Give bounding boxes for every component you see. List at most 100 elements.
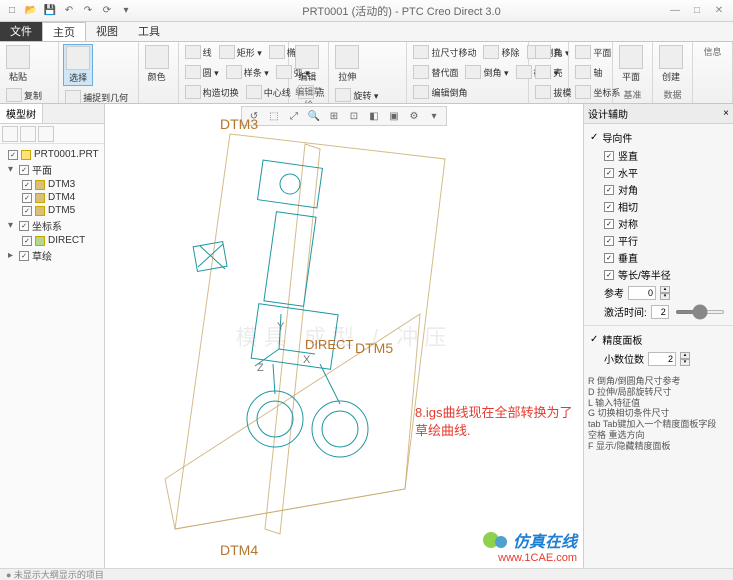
- qat-undo-icon[interactable]: ↶: [61, 3, 77, 19]
- tree-tool-3-icon[interactable]: [38, 126, 54, 142]
- checkbox-icon[interactable]: ✓: [604, 219, 614, 229]
- check-symmetric[interactable]: ✓对称: [590, 215, 727, 232]
- tab-home[interactable]: 主页: [42, 22, 86, 41]
- tree-item-direct[interactable]: ✓DIRECT: [18, 234, 100, 247]
- datum-plane-button[interactable]: 平面: [617, 44, 645, 84]
- expand-icon[interactable]: ▸: [8, 250, 16, 261]
- checkbox-icon[interactable]: ✓: [19, 251, 29, 261]
- rect-button[interactable]: 矩形 ▾: [217, 44, 264, 61]
- spin-down-icon[interactable]: ▾: [660, 293, 670, 300]
- graphics-canvas[interactable]: ↺ ⬚ ⤢ 🔍 ⊞ ⊡ ◧ ▣ ⚙ ▾: [105, 104, 583, 568]
- checkbox-icon[interactable]: ✓: [8, 150, 18, 160]
- spin-up-icon[interactable]: ▴: [660, 286, 670, 293]
- construction-button[interactable]: 构造切换: [183, 84, 241, 101]
- qat-save-icon[interactable]: 💾: [42, 3, 58, 19]
- maximize-button[interactable]: □: [687, 4, 707, 18]
- checkbox-icon[interactable]: ✓: [22, 180, 32, 190]
- snap-geom-button[interactable]: 捕捉到几何: [63, 89, 130, 104]
- tree-item-dtm3[interactable]: ✓DTM3: [18, 178, 100, 191]
- plane-button[interactable]: 平面: [573, 44, 613, 61]
- checkbox-icon[interactable]: ✓: [19, 221, 29, 231]
- reference-input[interactable]: [628, 286, 656, 300]
- shell-button[interactable]: 壳: [533, 64, 564, 81]
- color-button[interactable]: 颜色: [143, 44, 171, 84]
- checkbox-icon[interactable]: ✓: [604, 253, 614, 263]
- checkbox-icon[interactable]: ✓: [604, 236, 614, 246]
- ribbon-group-edit-sketch: 编辑 编辑草绘: [289, 42, 329, 103]
- checkbox-icon[interactable]: ✓: [22, 236, 32, 246]
- qat-regen-icon[interactable]: ⟳: [99, 3, 115, 19]
- tab-tools[interactable]: 工具: [128, 22, 170, 41]
- checkbox-icon[interactable]: ✓: [604, 168, 614, 178]
- tree-tool-2-icon[interactable]: [20, 126, 36, 142]
- guides-group-header[interactable]: ✓导向件: [590, 128, 727, 147]
- checkbox-icon[interactable]: ✓: [604, 202, 614, 212]
- centerline-button[interactable]: 中心线: [244, 84, 293, 101]
- revolve-button[interactable]: 旋转 ▾: [333, 87, 400, 104]
- checkbox-icon[interactable]: ✓: [19, 165, 29, 175]
- hole-button[interactable]: 孔: [533, 44, 564, 61]
- plane-icon: [575, 45, 591, 59]
- circle-button[interactable]: 圆 ▾: [183, 64, 221, 81]
- tree-item-dtm5[interactable]: ✓DTM5: [18, 204, 100, 217]
- ribbon: 粘贴 复制 剪切 剪贴板 选择 捕捉到几何 几何过滤器 选择 颜色 线 矩形 ▾…: [0, 42, 733, 104]
- qat-new-icon[interactable]: □: [4, 3, 20, 19]
- axis-button[interactable]: 轴: [573, 64, 604, 81]
- ribbon-group-datum: 平面 基准: [613, 42, 653, 103]
- qat-open-icon[interactable]: 📂: [23, 3, 39, 19]
- precision-group-header[interactable]: ✓精度面板: [590, 330, 727, 349]
- tree-tab-model[interactable]: 模型树: [0, 104, 43, 123]
- copy-button[interactable]: 复制: [4, 87, 44, 104]
- collapse-icon[interactable]: ▾: [8, 220, 16, 231]
- check-tangent[interactable]: ✓相切: [590, 198, 727, 215]
- paste-button[interactable]: 粘贴: [4, 44, 32, 84]
- check-diagonal[interactable]: ✓对角: [590, 181, 727, 198]
- edit-sketch-button[interactable]: 编辑: [293, 44, 321, 84]
- tab-file[interactable]: 文件: [0, 22, 42, 41]
- activation-input[interactable]: [651, 305, 669, 319]
- collapse-icon[interactable]: ▾: [8, 164, 16, 175]
- checkbox-icon[interactable]: ✓: [590, 334, 598, 345]
- tree-root[interactable]: ✓PRT0001.PRT: [4, 148, 100, 161]
- checkbox-icon[interactable]: ✓: [590, 132, 598, 143]
- spin-down-icon[interactable]: ▾: [680, 359, 690, 366]
- check-perpendicular[interactable]: ✓垂直: [590, 249, 727, 266]
- replace-face-button[interactable]: 替代面: [411, 64, 460, 81]
- checkbox-icon[interactable]: ✓: [22, 206, 32, 216]
- tab-view[interactable]: 视图: [86, 22, 128, 41]
- extrude-button[interactable]: 拉伸: [333, 44, 361, 84]
- round-button[interactable]: 倒角 ▾: [463, 64, 510, 81]
- decimal-input[interactable]: [648, 352, 676, 366]
- checkbox-icon[interactable]: ✓: [604, 185, 614, 195]
- line-button[interactable]: 线: [183, 44, 214, 61]
- window-buttons: — □ ✕: [665, 4, 733, 18]
- tree-group-sketch[interactable]: ▸✓草绘: [4, 247, 100, 264]
- move-button[interactable]: 移除: [481, 44, 521, 61]
- checkbox-icon[interactable]: ✓: [22, 193, 32, 203]
- check-vertical[interactable]: ✓竖直: [590, 147, 727, 164]
- activation-slider[interactable]: [675, 310, 725, 314]
- create-button[interactable]: 创建: [657, 44, 685, 84]
- brand-name: 仿真在线: [513, 528, 577, 552]
- tree-tool-1-icon[interactable]: [2, 126, 18, 142]
- qat-dropdown-icon[interactable]: ▾: [118, 3, 134, 19]
- tree-group-csys[interactable]: ▾✓坐标系: [4, 217, 100, 234]
- qat-redo-icon[interactable]: ↷: [80, 3, 96, 19]
- spline-button[interactable]: 样条 ▾: [224, 64, 271, 81]
- check-equal[interactable]: ✓等长/等半径: [590, 266, 727, 283]
- check-horizontal[interactable]: ✓水平: [590, 164, 727, 181]
- drag-dim-button[interactable]: 拉尺寸移动: [411, 44, 478, 61]
- datum-plane-icon: [619, 45, 643, 69]
- checkbox-icon[interactable]: ✓: [604, 151, 614, 161]
- check-parallel[interactable]: ✓平行: [590, 232, 727, 249]
- minimize-button[interactable]: —: [665, 4, 685, 18]
- select-button[interactable]: 选择: [63, 44, 93, 86]
- edit-round-button[interactable]: 编辑倒角: [411, 84, 469, 101]
- checkbox-icon[interactable]: ✓: [604, 270, 614, 280]
- close-button[interactable]: ✕: [709, 4, 729, 18]
- tree-group-planes[interactable]: ▾✓平面: [4, 161, 100, 178]
- draft-button[interactable]: 拔模: [533, 84, 573, 101]
- tree-item-dtm4[interactable]: ✓DTM4: [18, 191, 100, 204]
- panel-close-icon[interactable]: ×: [723, 108, 729, 119]
- spin-up-icon[interactable]: ▴: [680, 352, 690, 359]
